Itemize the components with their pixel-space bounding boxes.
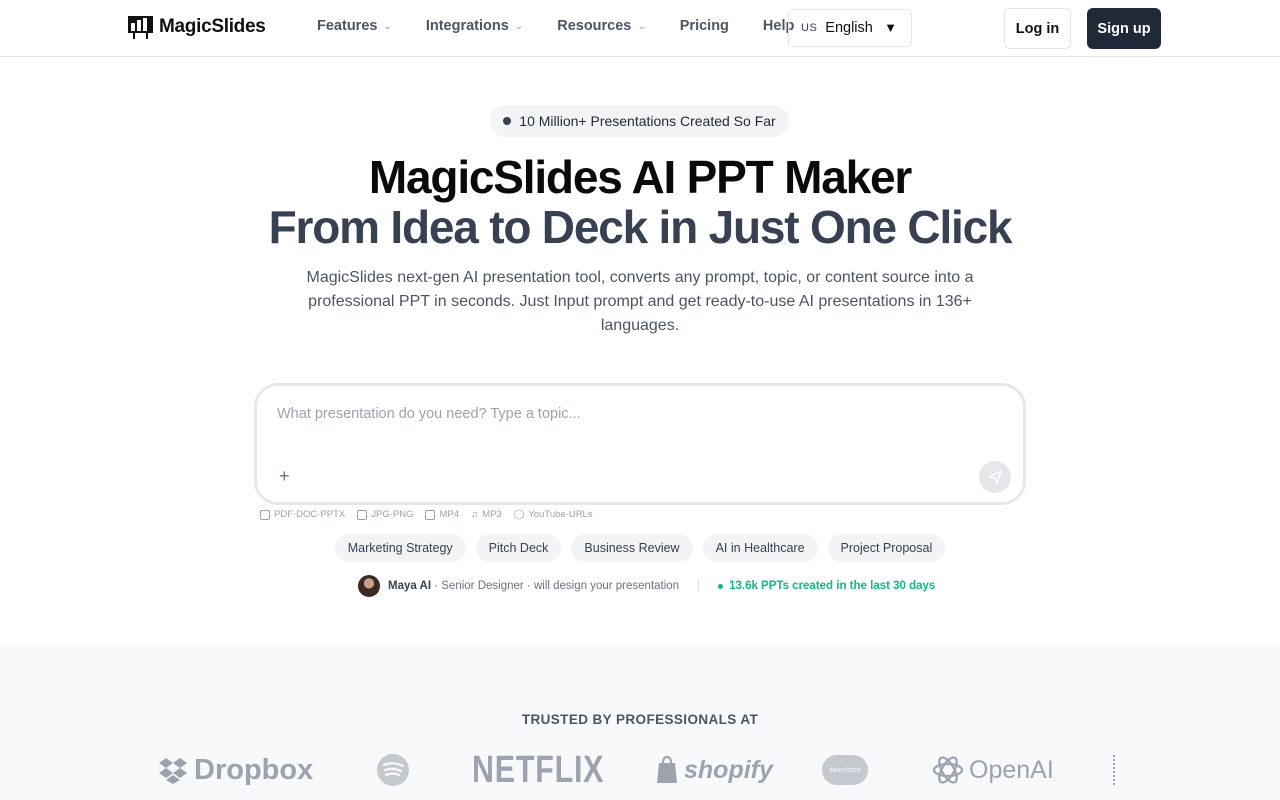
openai-icon [932, 756, 964, 784]
avatar [358, 575, 380, 597]
hero-subtitle: MagicSlides next-gen AI presentation too… [306, 269, 974, 334]
spotify-logo [376, 750, 410, 790]
stat-created: 13.6k PPTs created in the last 30 days [718, 580, 935, 592]
openai-logo: OpenAI [931, 750, 1054, 790]
chip-project-proposal[interactable]: Project Proposal [827, 534, 946, 562]
prompt-input[interactable] [277, 406, 977, 422]
format-docs-label: PDF·DOC·PPTX [274, 509, 346, 520]
send-button[interactable] [979, 461, 1011, 493]
send-icon [988, 470, 1002, 484]
chevron-down-icon: ⌄ [637, 20, 646, 32]
music-note-icon: ♫ [471, 509, 479, 520]
shopping-bag-icon [657, 756, 677, 783]
trusted-title: TRUSTED BY PROFESSIONALS AT [521, 712, 759, 727]
us-flag-icon: US [801, 22, 818, 34]
dropbox-icon [159, 758, 187, 784]
nav-integrations-label: Integrations [425, 18, 509, 34]
badge-text: 10 Million+ Presentations Created So Far [519, 113, 776, 129]
chip-pitch-deck[interactable]: Pitch Deck [475, 534, 562, 562]
format-audio: ♫ MP3 [471, 509, 502, 520]
brand-logo[interactable]: MagicSlides [128, 14, 266, 40]
assistant-info: Maya AI · Senior Designer · will design … [358, 575, 935, 597]
suggestion-chips: Marketing Strategy Pitch Deck Business R… [0, 534, 1280, 562]
format-web-label: YouTube·URLs [528, 509, 593, 520]
divider: | [697, 580, 701, 592]
status-dot-icon [718, 583, 724, 589]
format-web: ◯ YouTube·URLs [514, 509, 593, 520]
brand-name: MagicSlides [159, 16, 266, 37]
format-video-label: MP4 [439, 509, 460, 520]
nav-features[interactable]: Features ⌄ [317, 18, 392, 34]
nav-links: Features ⌄ Integrations ⌄ Resources ⌄ Pr… [317, 18, 828, 34]
format-audio-label: MP3 [482, 509, 502, 520]
format-images-label: JPG·PNG [371, 509, 414, 520]
spotify-icon [377, 754, 409, 786]
nav-integrations[interactable]: Integrations ⌄ [426, 18, 523, 34]
language-label: English [825, 20, 873, 36]
nav-features-label: Features [317, 18, 378, 34]
bullet-dot-icon [503, 117, 512, 125]
prompt-box: + [254, 383, 1026, 505]
login-button[interactable]: Log in [1004, 8, 1071, 49]
globe-icon: ◯ [513, 509, 525, 520]
shopify-logo: shopify [655, 750, 773, 790]
salesforce-logo: salesforce [822, 750, 868, 790]
shopify-wordmark: shopify [684, 755, 773, 784]
supported-formats: PDF·DOC·PPTX JPG·PNG MP4 ♫ MP3 ◯ YouTube·U… [260, 509, 593, 520]
format-docs: PDF·DOC·PPTX [260, 509, 345, 520]
nav-resources[interactable]: Resources ⌄ [557, 18, 646, 34]
image-icon [357, 509, 368, 520]
nav-pricing-label: Pricing [679, 18, 729, 34]
hero-title-line1: MagicSlides AI PPT Maker [368, 151, 912, 203]
salesforce-cloud-icon: salesforce [822, 755, 868, 785]
openai-wordmark: OpenAI [969, 755, 1054, 784]
nav-resources-label: Resources [557, 18, 632, 34]
netflix-logo: NETFLIX [472, 748, 605, 791]
chevron-down-icon: ⌄ [383, 20, 392, 32]
nav-pricing[interactable]: Pricing [680, 18, 729, 34]
partial-logo [1113, 750, 1121, 790]
chip-marketing-strategy[interactable]: Marketing Strategy [334, 534, 466, 562]
assistant-name: Maya AI [388, 580, 432, 592]
video-icon [425, 509, 436, 520]
assistant-text: Maya AI · Senior Designer · will design … [388, 580, 679, 592]
trusted-section: TRUSTED BY PROFESSIONALS AT Dropbox NETF… [0, 645, 1280, 800]
presentations-count-badge: 10 Million+ Presentations Created So Far [490, 105, 789, 137]
chip-ai-in-healthcare[interactable]: AI in Healthcare [702, 534, 818, 562]
assistant-action: will design your presentation [533, 580, 680, 592]
stat-text: 13.6k PPTs created in the last 30 days [729, 580, 936, 592]
document-icon [260, 509, 270, 520]
signup-button[interactable]: Sign up [1087, 8, 1161, 49]
plus-icon[interactable]: + [279, 466, 290, 487]
caret-down-icon: ▼ [884, 20, 897, 35]
hero-title-line2: From Idea to Deck in Just One Click [268, 201, 1013, 253]
assistant-role: · Senior Designer · [434, 580, 531, 592]
logo-icon [128, 16, 153, 39]
top-navbar: MagicSlides Features ⌄ Integrations ⌄ Re… [0, 0, 1280, 57]
language-select[interactable]: US English ▼ [788, 9, 912, 47]
partial-logo-mark [1113, 755, 1117, 785]
chip-business-review[interactable]: Business Review [571, 534, 693, 562]
format-images: JPG·PNG [357, 509, 413, 520]
format-video: MP4 [425, 509, 459, 520]
logo-strip: Dropbox NETFLIX shopify salesforce OpenA… [158, 748, 1138, 791]
chevron-down-icon: ⌄ [514, 20, 524, 32]
dropbox-wordmark: Dropbox [194, 753, 314, 786]
dropbox-logo: Dropbox [158, 750, 313, 790]
